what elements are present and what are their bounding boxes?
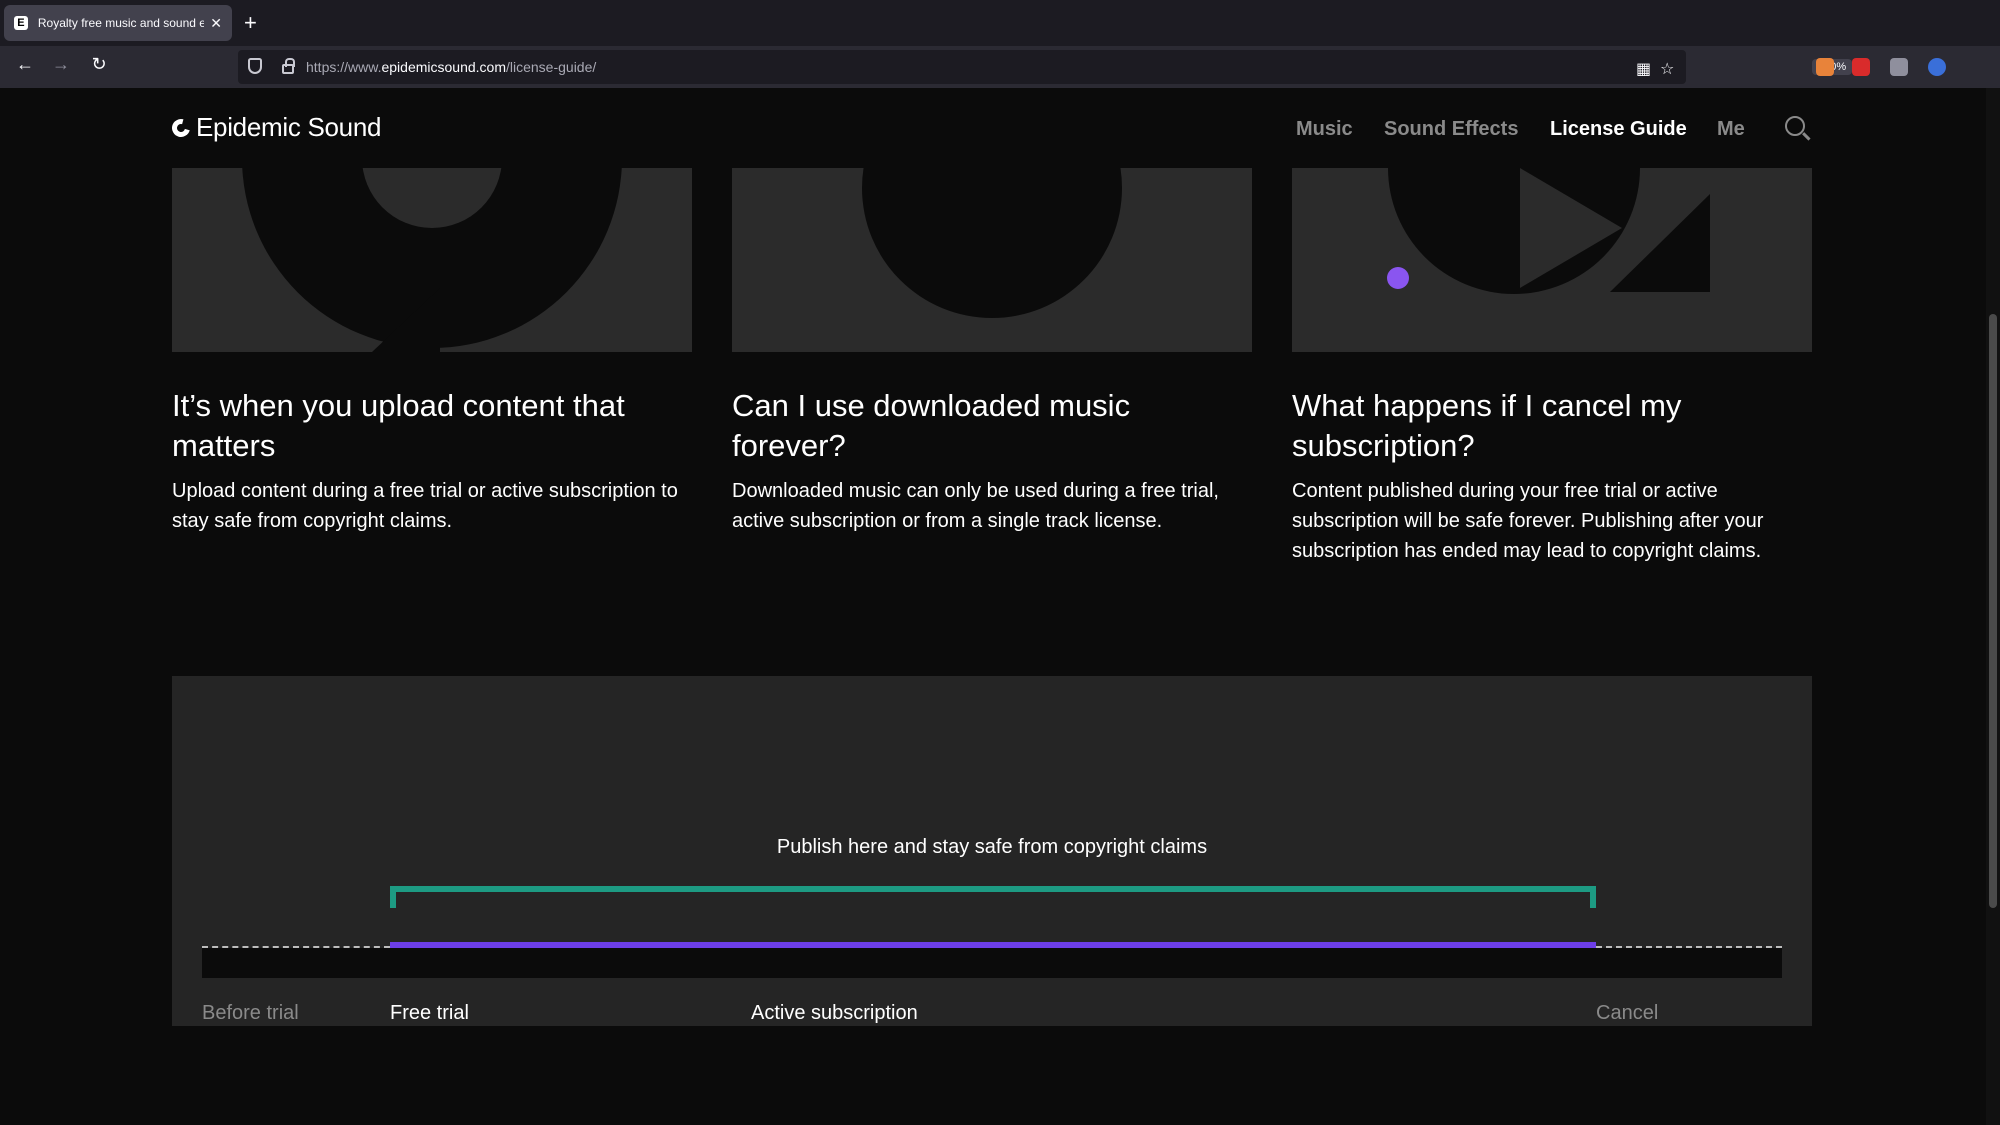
nav-me[interactable]: Me [1717, 118, 1745, 141]
card-title: Can I use downloaded music forever? [732, 388, 1131, 463]
nav-music[interactable]: Music [1296, 118, 1353, 141]
qr-code-icon[interactable]: ▦ [1636, 59, 1651, 79]
favicon-icon: E [14, 16, 28, 30]
card-title: What happens if I cancel my subscription… [1292, 388, 1682, 463]
password-manager-icon[interactable] [1928, 58, 1946, 76]
url-bar[interactable]: https://www.epidemicsound.com/license-gu… [238, 50, 1853, 84]
card-illustration [732, 168, 1252, 352]
label-free-trial: Free trial [390, 1002, 469, 1024]
close-tab-icon[interactable]: ✕ [210, 15, 222, 32]
card-title: It’s when you upload content that matter… [172, 388, 625, 463]
extension-icon[interactable] [1852, 58, 1870, 76]
browser-tab[interactable]: E Royalty free music and sound effects ✕ [4, 5, 232, 41]
timeline-dashed-line [1596, 946, 1782, 948]
tracking-shield-icon[interactable] [248, 58, 262, 74]
timeline-dashed-line [202, 946, 390, 948]
site-logo[interactable]: Epidemic Sound [168, 112, 382, 143]
search-icon[interactable] [1785, 116, 1805, 136]
card-illustration [172, 168, 692, 352]
browser-nav-bar: ← → ↻ https://www.epidemicsound.com/lice… [0, 46, 2000, 119]
extension-icon[interactable] [1816, 58, 1834, 76]
back-icon[interactable]: ← [12, 54, 38, 75]
lock-icon[interactable] [282, 58, 295, 74]
label-cancel: Cancel [1596, 1002, 1659, 1024]
abstract-shapes-illustration [242, 168, 622, 352]
logo-icon [168, 115, 194, 140]
reload-icon[interactable]: ↻ [86, 54, 112, 75]
forward-icon[interactable]: → [48, 54, 74, 75]
timeline-heading: Publish here and stay safe from copyrigh… [776, 836, 1208, 858]
bookmark-star-icon[interactable]: ☆ [1660, 59, 1674, 79]
page-scrollbar[interactable] [1986, 88, 2000, 1125]
extensions-puzzle-icon[interactable] [1890, 58, 1908, 76]
nav-sound-effects[interactable]: Sound Effects [1384, 118, 1518, 141]
abstract-shapes-illustration [1387, 168, 1710, 294]
new-tab-icon[interactable]: + [244, 10, 257, 36]
logo-text: Epidemic Sound [196, 112, 382, 142]
page-content: Epidemic Sound Music Sound Effects Licen… [0, 88, 1986, 1125]
label-before-trial: Before trial [202, 1002, 299, 1024]
browser-tab-bar: E Royalty free music and sound effects ✕… [0, 0, 2000, 46]
tab-title: Royalty free music and sound effects [37, 16, 205, 30]
timeline-track [202, 948, 1782, 978]
license-timeline: Publish here and stay safe from copyrigh… [172, 676, 1812, 1026]
url-text[interactable]: https://www.epidemicsound.com/license-gu… [306, 59, 596, 75]
card-text: Content published during your free trial… [1292, 480, 1764, 562]
scrollbar-thumb[interactable] [1989, 314, 1997, 908]
nav-license-guide[interactable]: License Guide [1550, 118, 1687, 141]
card-illustration [1292, 168, 1812, 352]
abstract-shapes-illustration [862, 168, 1122, 318]
safe-period-bracket [390, 886, 1596, 908]
label-active-subscription: Active subscription [751, 1002, 918, 1024]
card-text: Downloaded music can only be used during… [732, 480, 1219, 532]
subscription-bar [390, 942, 1596, 948]
card-text: Upload content during a free trial or ac… [172, 480, 678, 532]
